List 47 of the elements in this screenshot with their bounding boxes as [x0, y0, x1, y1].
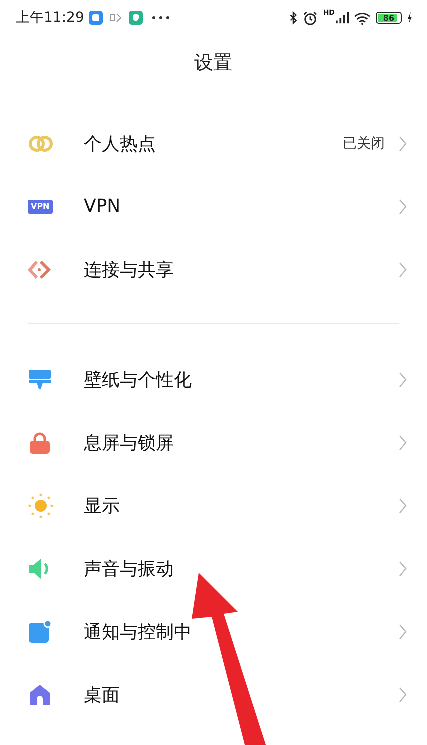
home-icon	[28, 682, 52, 706]
settings-item[interactable]: 显示	[0, 474, 427, 537]
settings-item[interactable]: 息屏与锁屏	[0, 411, 427, 474]
linked-rings-icon	[28, 134, 54, 152]
bluetooth-icon	[289, 11, 298, 25]
item-label: 个人热点	[84, 132, 157, 156]
signal-icon	[336, 12, 349, 24]
item-label: 显示	[84, 494, 121, 518]
notification-icon	[110, 13, 122, 23]
chevron-icon	[399, 262, 407, 278]
app-icon	[89, 11, 104, 25]
chevron-icon	[399, 372, 407, 388]
settings-item[interactable]: 声音与振动	[0, 537, 427, 600]
item-label: 桌面	[84, 684, 121, 706]
charging-icon	[407, 12, 413, 24]
chevron-icon	[399, 686, 407, 702]
settings-item[interactable]: 桌面	[0, 663, 427, 726]
lock-icon	[28, 430, 52, 454]
chevron-icon	[399, 198, 407, 214]
battery-indicator: 86	[376, 12, 402, 24]
chevron-icon	[399, 560, 407, 576]
more-icon	[152, 16, 170, 20]
chevron-icon	[399, 434, 407, 450]
item-label: 连接与共享	[84, 258, 175, 282]
chevron-icon	[399, 624, 407, 640]
item-label: 壁纸与个性化	[84, 368, 193, 392]
item-label: VPN	[84, 196, 122, 217]
item-label: 通知与控制中	[84, 620, 193, 644]
settings-item[interactable]: 连接与共享	[0, 238, 427, 301]
notification-card-icon	[28, 620, 52, 644]
sun-icon	[28, 492, 54, 518]
item-value: 已关闭	[343, 134, 385, 152]
settings-item[interactable]: VPN VPN	[0, 175, 427, 238]
status-time: 上午11:29	[16, 9, 84, 27]
chevron-icon	[399, 498, 407, 514]
item-label: 声音与振动	[84, 558, 175, 580]
item-label: 息屏与锁屏	[84, 432, 175, 454]
paint-roller-icon	[28, 368, 52, 392]
chevron-icon	[399, 136, 407, 152]
settings-item[interactable]: 个人热点 已关闭	[0, 112, 427, 175]
page-title: 设置	[194, 51, 234, 76]
wifi-icon	[354, 12, 371, 24]
alarm-icon	[303, 10, 318, 26]
vpn-icon: VPN	[28, 200, 53, 214]
settings-item[interactable]: 通知与控制中	[0, 600, 427, 663]
settings-item[interactable]: 壁纸与个性化	[0, 348, 427, 411]
shield-icon	[129, 11, 144, 25]
